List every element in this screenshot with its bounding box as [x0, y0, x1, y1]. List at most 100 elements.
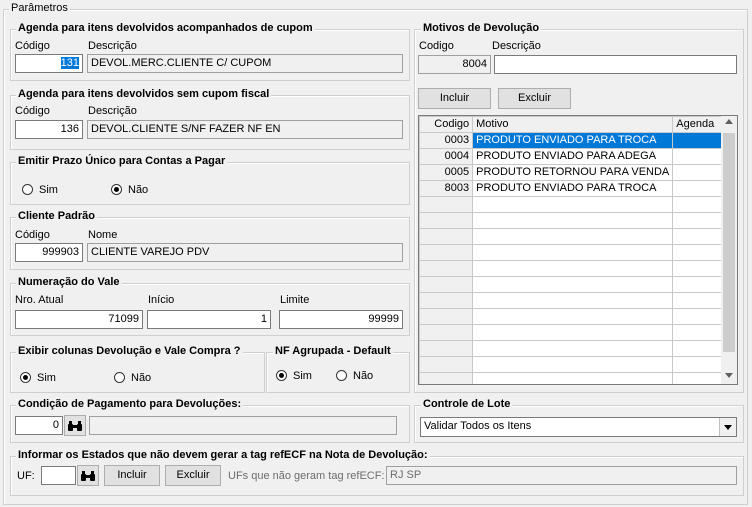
cliente-padrao-code-input[interactable]: 999903	[15, 243, 83, 262]
empty-row	[419, 372, 722, 384]
parametros-title: Parâmetros	[9, 2, 70, 15]
agenda-sem-cupom-code-input[interactable]: 136	[15, 120, 83, 139]
ref-ecf-excluir-button[interactable]: Excluir	[165, 465, 221, 486]
ref-ecf-title: Informar os Estados que não devem gerar …	[16, 449, 430, 462]
prazo-unico-nao-label[interactable]: Não	[128, 184, 148, 197]
prazo-unico-sim-radio[interactable]	[22, 184, 33, 195]
row-agenda	[672, 164, 722, 181]
exibir-colunas-nao-radio[interactable]	[114, 372, 125, 383]
agenda-sem-cupom-title: Agenda para itens devolvidos sem cupom f…	[16, 88, 272, 101]
motivos-grid[interactable]: Codigo Motivo Agenda 0003 PRODUTO ENVIAD…	[418, 115, 738, 385]
binoculars-icon	[68, 421, 82, 431]
scroll-up-icon[interactable]	[725, 119, 733, 124]
exibir-colunas-sim-radio[interactable]	[20, 372, 31, 383]
cliente-padrao-title: Cliente Padrão	[16, 210, 98, 223]
row-motivo: PRODUTO ENVIADO PARA TROCA	[472, 132, 674, 149]
row-agenda	[672, 132, 722, 149]
exibir-colunas-title: Exibir colunas Devolução e Vale Compra ?	[16, 345, 243, 358]
ref-ecf-list-field: RJ SP	[386, 466, 737, 485]
motivos-title: Motivos de Devolução	[421, 22, 542, 35]
agenda-com-cupom-desc-field: DEVOL.MERC.CLIENTE C/ CUPOM	[87, 54, 403, 73]
motivos-col-motivo[interactable]: Motivo	[472, 116, 674, 133]
empty-row	[419, 276, 722, 293]
condicao-pagamento-code-input[interactable]: 0	[15, 416, 63, 435]
empty-row	[419, 228, 722, 245]
condicao-pagamento-search-button[interactable]	[64, 415, 86, 436]
nf-agrupada-sim-radio[interactable]	[276, 370, 287, 381]
row-codigo: 0005	[419, 164, 474, 181]
scroll-down-icon[interactable]	[725, 373, 733, 378]
motivos-code-field: 8004	[418, 55, 491, 74]
ref-ecf-uf-label: UF:	[17, 470, 35, 482]
exibir-colunas-nao-label[interactable]: Não	[131, 372, 151, 385]
empty-row	[419, 244, 722, 261]
agenda-com-cupom-code-label: Código	[15, 40, 50, 52]
cliente-padrao-name-label: Nome	[88, 229, 118, 241]
motivos-desc-label: Descrição	[492, 40, 541, 52]
motivos-scrollbar[interactable]	[721, 116, 737, 384]
ref-ecf-search-button[interactable]	[77, 465, 99, 486]
exibir-colunas-sim-label[interactable]: Sim	[37, 372, 56, 385]
ref-ecf-incluir-button[interactable]: Incluir	[104, 465, 160, 486]
chevron-down-icon[interactable]	[719, 418, 736, 436]
agenda-com-cupom-title: Agenda para itens devolvidos acompanhado…	[16, 22, 315, 35]
motivos-code-label: Codigo	[419, 40, 454, 52]
cliente-padrao-name-field: CLIENTE VAREJO PDV	[87, 243, 403, 262]
table-row[interactable]: 8003 PRODUTO ENVIADO PARA TROCA	[419, 180, 722, 197]
motivos-col-agenda[interactable]: Agenda	[672, 116, 722, 133]
numeracao-vale-limite-label: Limite	[280, 294, 310, 306]
numeracao-vale-atual-label: Nro. Atual	[15, 294, 64, 306]
controle-lote-select[interactable]: Validar Todos os Itens	[420, 417, 737, 437]
row-agenda	[672, 148, 722, 165]
empty-row	[419, 260, 722, 277]
empty-row	[419, 340, 722, 357]
numeracao-vale-inicio-label: Início	[148, 294, 175, 306]
empty-row	[419, 212, 722, 229]
agenda-com-cupom-code-input[interactable]: 131	[15, 54, 83, 73]
agenda-com-cupom-desc-label: Descrição	[88, 40, 137, 52]
motivos-table: Codigo Motivo Agenda 0003 PRODUTO ENVIAD…	[419, 116, 722, 384]
empty-row	[419, 308, 722, 325]
agenda-sem-cupom-code-label: Código	[15, 105, 50, 117]
motivos-col-codigo[interactable]: Codigo	[419, 116, 474, 133]
motivos-header-row: Codigo Motivo Agenda	[419, 116, 722, 133]
controle-lote-title: Controle de Lote	[421, 398, 513, 411]
motivos-desc-input[interactable]	[494, 55, 737, 74]
numeracao-vale-title: Numeração do Vale	[16, 276, 122, 289]
binoculars-icon	[81, 471, 95, 481]
row-codigo: 0003	[419, 132, 474, 149]
table-row[interactable]: 0003 PRODUTO ENVIADO PARA TROCA	[419, 132, 722, 149]
ref-ecf-list-label: UFs que não geram tag refECF:	[228, 470, 385, 482]
numeracao-vale-inicio-input[interactable]: 1	[147, 310, 271, 329]
motivos-incluir-button[interactable]: Incluir	[418, 88, 491, 109]
nf-agrupada-sim-label[interactable]: Sim	[293, 370, 312, 383]
empty-row	[419, 356, 722, 373]
condicao-pagamento-desc-field	[89, 416, 397, 435]
agenda-sem-cupom-desc-field: DEVOL.CLIENTE S/NF FAZER NF EN	[87, 120, 403, 139]
controle-lote-value: Validar Todos os Itens	[424, 420, 532, 432]
empty-row	[419, 324, 722, 341]
table-row[interactable]: 0004 PRODUTO ENVIADO PARA ADEGA	[419, 148, 722, 165]
numeracao-vale-atual-input[interactable]: 71099	[15, 310, 143, 329]
prazo-unico-sim-label[interactable]: Sim	[39, 184, 58, 197]
agenda-sem-cupom-desc-label: Descrição	[88, 105, 137, 117]
nf-agrupada-nao-label[interactable]: Não	[353, 370, 373, 383]
prazo-unico-nao-radio[interactable]	[111, 184, 122, 195]
numeracao-vale-limite-input[interactable]: 99999	[279, 310, 403, 329]
table-row[interactable]: 0005 PRODUTO RETORNOU PARA VENDA	[419, 164, 722, 181]
cliente-padrao-code-label: Código	[15, 229, 50, 241]
nf-agrupada-title: NF Agrupada - Default	[273, 345, 393, 358]
row-motivo: PRODUTO RETORNOU PARA VENDA	[472, 164, 674, 181]
row-motivo: PRODUTO ENVIADO PARA TROCA	[472, 180, 674, 197]
prazo-unico-title: Emitir Prazo Único para Contas a Pagar	[16, 155, 228, 168]
prazo-unico-group	[10, 162, 410, 205]
ref-ecf-uf-input[interactable]	[41, 466, 76, 485]
condicao-pagamento-title: Condição de Pagamento para Devoluções:	[16, 398, 244, 411]
row-codigo: 0004	[419, 148, 474, 165]
nf-agrupada-nao-radio[interactable]	[336, 370, 347, 381]
row-motivo: PRODUTO ENVIADO PARA ADEGA	[472, 148, 674, 165]
row-codigo: 8003	[419, 180, 474, 197]
motivos-excluir-button[interactable]: Excluir	[498, 88, 571, 109]
scroll-thumb[interactable]	[723, 133, 735, 352]
empty-row	[419, 292, 722, 309]
